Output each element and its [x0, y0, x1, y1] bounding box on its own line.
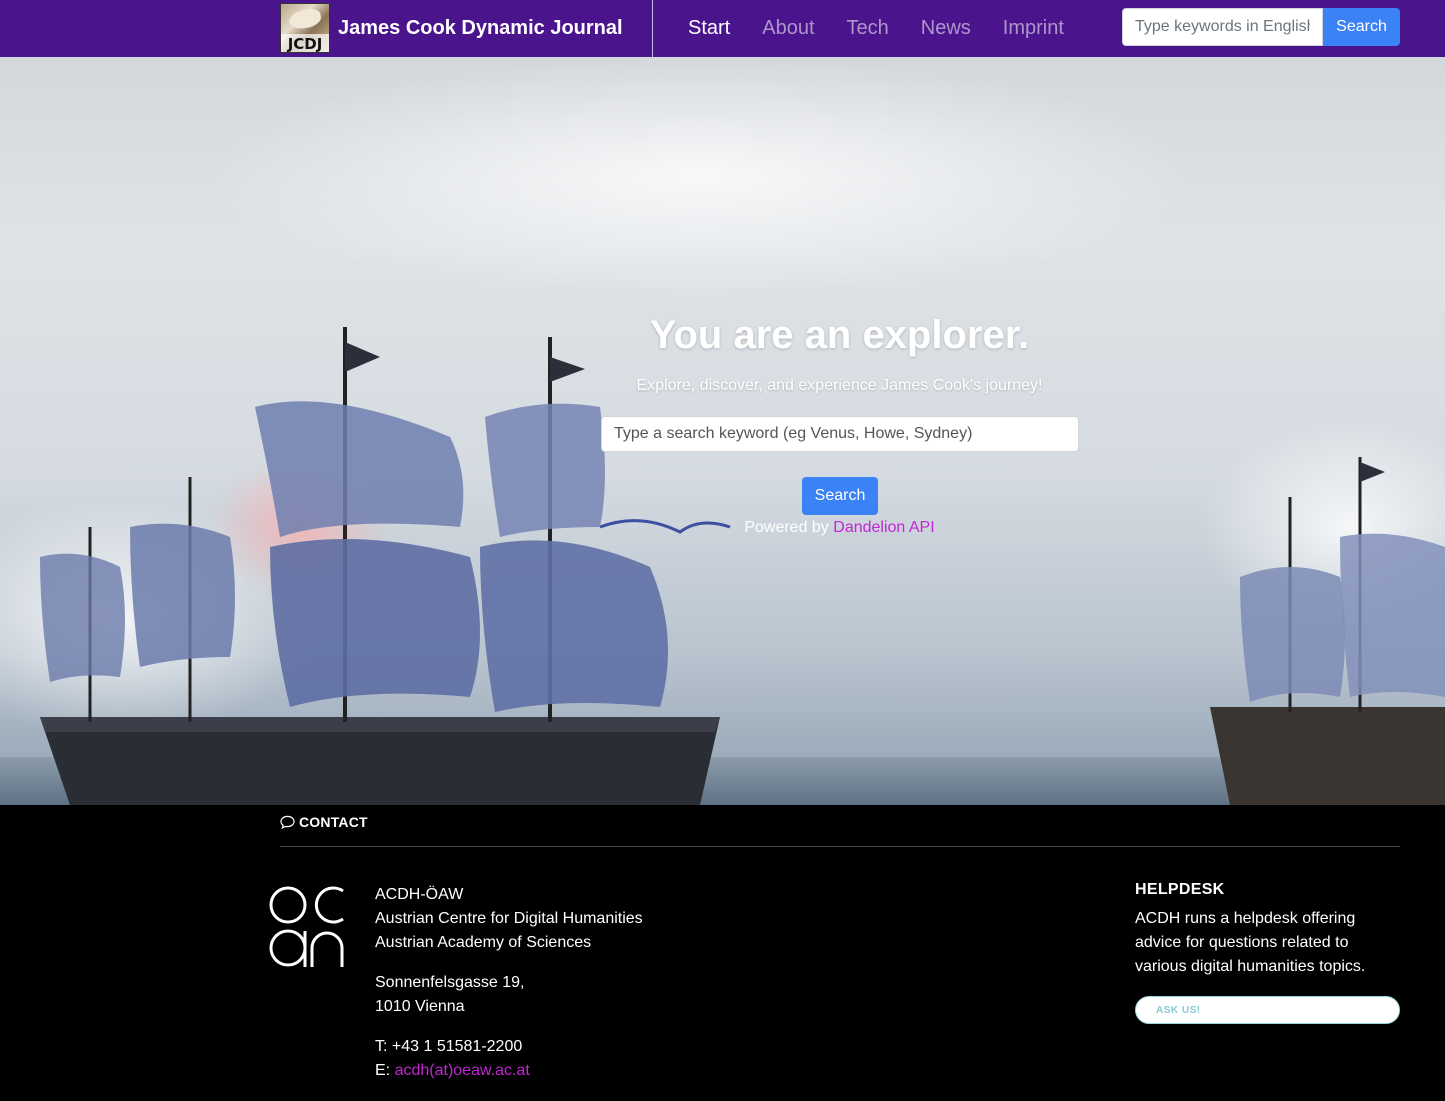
org-centre: Austrian Centre for Digital Humanities — [375, 910, 643, 927]
hero-subtitle: Explore, discover, and experience James … — [636, 377, 1043, 394]
footer: CONTACT ACDH-ÖAW Austrian Centre for Dig… — [0, 805, 1445, 1101]
footer-divider — [280, 846, 1400, 847]
contact-address: ACDH-ÖAW Austrian Centre for Digital Hum… — [375, 883, 643, 1099]
nav-search-form: Search — [1122, 8, 1400, 46]
nav-search-button[interactable]: Search — [1323, 8, 1400, 46]
hero-search-button[interactable]: Search — [802, 477, 878, 515]
street-address: Sonnenfelsgasse 19, — [375, 974, 525, 991]
contact-heading: CONTACT — [280, 814, 368, 830]
nav-link-imprint[interactable]: Imprint — [987, 17, 1080, 40]
email-label: E: — [375, 1062, 391, 1079]
powered-by: Powered by Dandelion API — [117, 519, 1445, 537]
nav-link-news[interactable]: News — [905, 17, 987, 40]
hero-content: You are an explorer. Explore, discover, … — [0, 57, 1445, 805]
hero-title: You are an explorer. — [649, 313, 1030, 357]
chat-bubble-icon — [280, 815, 295, 829]
dandelion-api-link[interactable]: Dandelion API — [833, 519, 934, 536]
nav-search-input[interactable] — [1122, 8, 1323, 46]
nav-link-tech[interactable]: Tech — [831, 17, 905, 40]
nav-divider — [652, 0, 653, 57]
helpdesk: HELPDESK ACDH runs a helpdesk offering a… — [1135, 881, 1400, 1024]
nav-links: Start About Tech News Imprint — [672, 0, 1080, 57]
org-name: ACDH-ÖAW — [375, 886, 464, 903]
city-address: 1010 Vienna — [375, 998, 465, 1015]
contact-heading-label: CONTACT — [299, 814, 368, 830]
brand-link[interactable]: JCDJ James Cook Dynamic Journal — [280, 2, 623, 54]
logo-figure — [287, 6, 323, 32]
email-link[interactable]: acdh(at)oeaw.ac.at — [395, 1062, 530, 1079]
nav-link-about[interactable]: About — [746, 17, 830, 40]
helpdesk-text: ACDH runs a helpdesk offering advice for… — [1135, 910, 1366, 975]
jcdj-logo: JCDJ — [280, 3, 330, 53]
ask-us-button[interactable]: ASK US! — [1135, 996, 1400, 1024]
hero-search-input[interactable] — [601, 416, 1079, 452]
navbar: JCDJ James Cook Dynamic Journal Start Ab… — [0, 0, 1445, 57]
nav-link-start[interactable]: Start — [672, 17, 746, 40]
org-academy: Austrian Academy of Sciences — [375, 934, 592, 951]
brand-title: James Cook Dynamic Journal — [338, 16, 623, 39]
logo-text: JCDJ — [281, 34, 329, 52]
powered-by-label: Powered by — [744, 519, 829, 536]
phone-number: T: +43 1 51581-2200 — [375, 1038, 523, 1055]
acdh-logo — [269, 881, 345, 974]
helpdesk-heading: HELPDESK — [1135, 881, 1225, 898]
hero-section: You are an explorer. Explore, discover, … — [0, 57, 1445, 805]
